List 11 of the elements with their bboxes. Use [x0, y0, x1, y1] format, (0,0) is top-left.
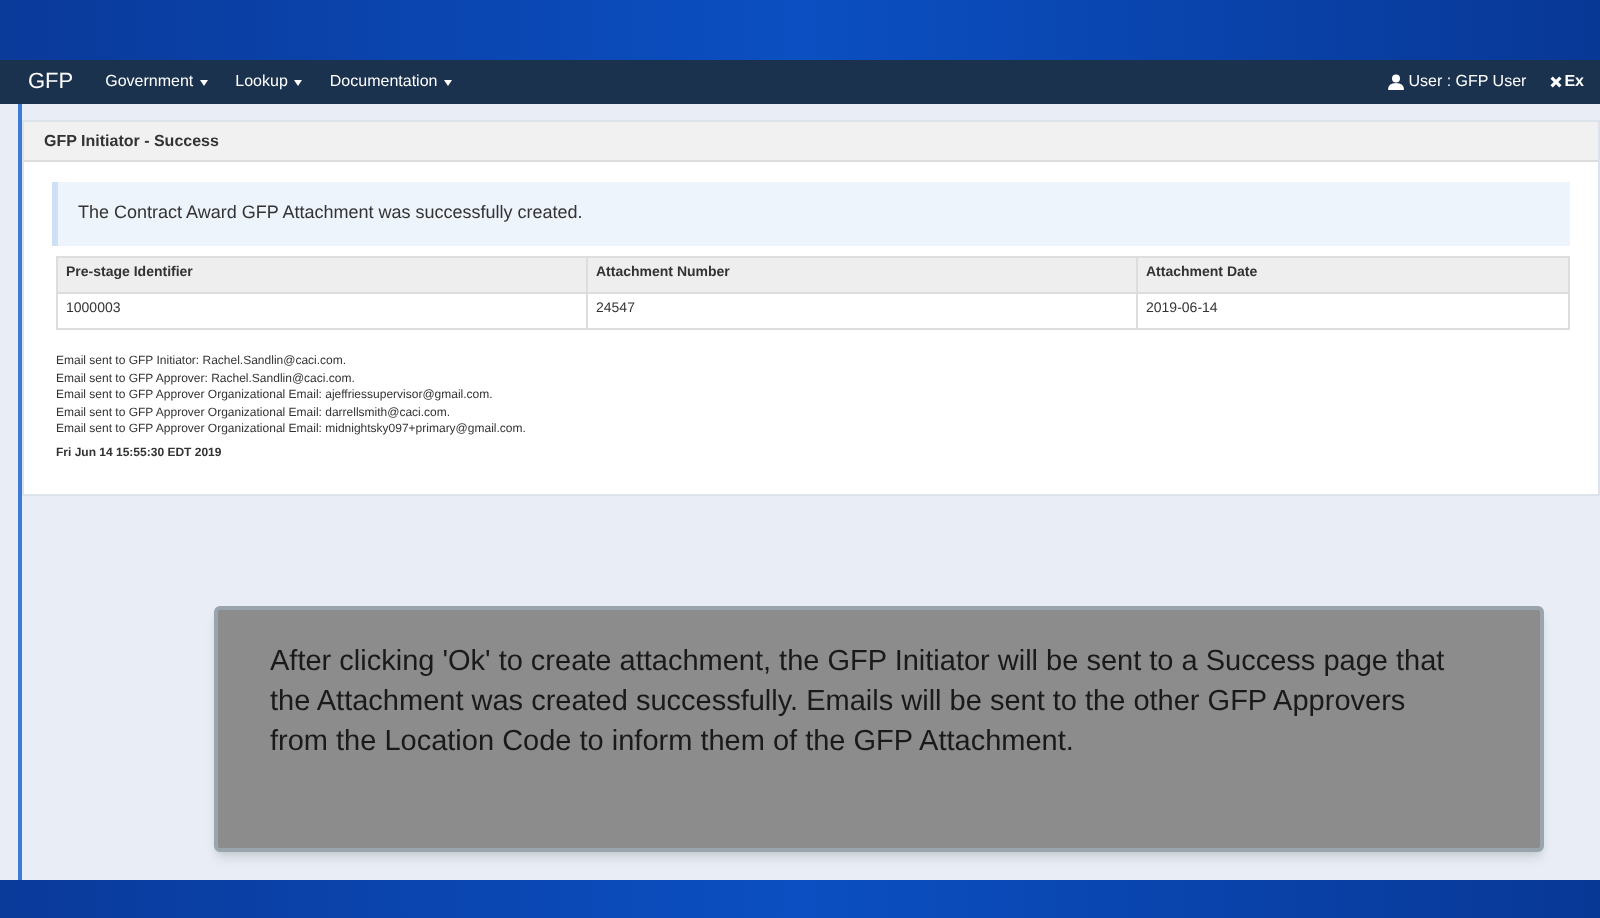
nav-menu[interactable]: Lookup — [235, 70, 302, 94]
panel-title: GFP Initiator - Success — [44, 129, 219, 153]
close-icon — [1550, 76, 1563, 88]
user-label[interactable]: User : GFP User — [1408, 70, 1527, 94]
success-alert: The Contract Award GFP Attachment was successfully created. — [52, 182, 1570, 246]
brand-link[interactable]: GFP — [28, 65, 74, 99]
nav-menu[interactable]: Documentation — [329, 70, 452, 94]
user-icon — [1388, 74, 1405, 90]
exit-link[interactable]: Ex — [1564, 70, 1584, 94]
caption-callout: After clicking 'Ok' to create attachment, the GFP Initiator will be sent to a Success page that the Attachment was created successfully. Emails will be sent to the other GFP Approvers from the Location Code to inform them of the GFP Attachment. — [214, 606, 1544, 852]
nav-menu[interactable]: Government — [105, 70, 208, 94]
